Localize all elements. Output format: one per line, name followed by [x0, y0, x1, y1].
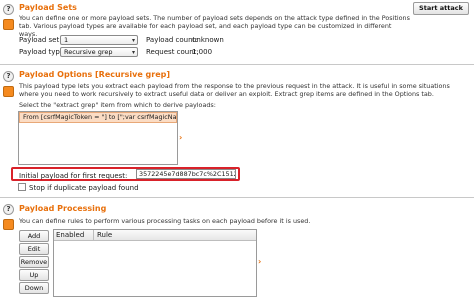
settings-icon[interactable]: [3, 86, 14, 97]
payload-set-label: Payload set:: [19, 36, 62, 44]
initial-payload-input[interactable]: 3572245e7d887bc7c%2C1512490174: [136, 169, 236, 179]
edit-rule-button[interactable]: Edit: [19, 243, 49, 255]
remove-rule-button[interactable]: Remove: [19, 256, 49, 268]
payload-processing-description: You can define rules to perform various …: [19, 217, 311, 225]
grep-select-hint: Select the "extract grep" item from whic…: [19, 101, 216, 109]
payload-options-description: This payload type lets you extract each …: [19, 82, 450, 98]
stop-duplicate-checkbox[interactable]: [18, 183, 26, 191]
chevron-down-icon: ▾: [131, 37, 135, 44]
payload-set-value: 1: [64, 36, 69, 44]
column-header-rule[interactable]: Rule: [97, 231, 112, 239]
stop-duplicate-label: Stop if duplicate payload found: [29, 184, 139, 192]
processing-rules-table[interactable]: Enabled Rule: [53, 229, 257, 297]
section-divider: [0, 197, 474, 198]
help-icon[interactable]: ?: [3, 71, 14, 82]
start-attack-button[interactable]: Start attack: [413, 2, 469, 15]
payload-processing-title: Payload Processing: [19, 204, 107, 213]
grep-item-row[interactable]: From [csrfMagicToken = "] to [";var csrf…: [19, 112, 177, 123]
payload-type-select[interactable]: Recursive grep ▾: [60, 47, 138, 57]
settings-icon[interactable]: [3, 219, 14, 230]
payload-type-value: Recursive grep: [64, 48, 113, 56]
column-header-enabled[interactable]: Enabled: [56, 231, 84, 239]
move-down-button[interactable]: Down: [19, 282, 49, 294]
help-icon[interactable]: ?: [3, 204, 14, 215]
section-divider: [0, 64, 474, 65]
help-icon[interactable]: ?: [3, 4, 14, 15]
column-divider: [93, 230, 94, 240]
move-up-button[interactable]: Up: [19, 269, 49, 281]
settings-icon[interactable]: [3, 19, 14, 30]
initial-payload-label: Initial payload for first request:: [19, 172, 128, 180]
request-count-label: Request count:: [146, 48, 199, 56]
add-rule-button[interactable]: Add: [19, 230, 49, 242]
payload-count-label: Payload count:: [146, 36, 198, 44]
payload-sets-title: Payload Sets: [19, 3, 77, 12]
chevron-down-icon: ▾: [131, 49, 135, 56]
request-count-value: 1,000: [192, 48, 213, 56]
expand-chevron-icon[interactable]: ›: [258, 257, 261, 266]
payload-count-value: unknown: [192, 36, 224, 44]
expand-chevron-icon[interactable]: ›: [179, 133, 182, 142]
table-header: Enabled Rule: [54, 230, 256, 241]
payload-set-select[interactable]: 1 ▾: [60, 35, 138, 45]
payload-options-title: Payload Options [Recursive grep]: [19, 70, 171, 79]
grep-item-list[interactable]: From [csrfMagicToken = "] to [";var csrf…: [18, 111, 178, 165]
